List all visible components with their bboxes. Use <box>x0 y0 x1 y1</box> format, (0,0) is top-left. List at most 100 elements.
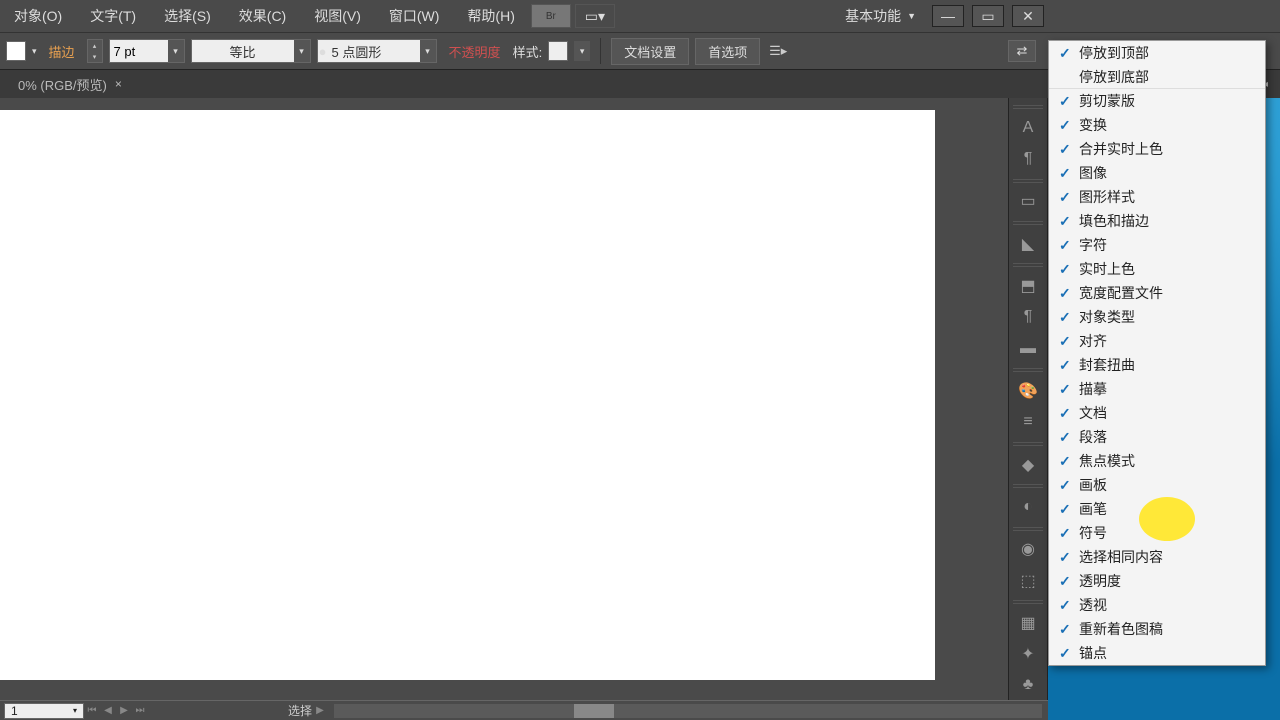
fill-swatch[interactable] <box>6 41 26 61</box>
scrollbar-thumb[interactable] <box>574 704 614 718</box>
menu-item[interactable]: ✓对象类型 <box>1049 305 1265 329</box>
prev-icon[interactable]: ◀ <box>100 705 116 716</box>
menu-item[interactable]: ✓变换 <box>1049 113 1265 137</box>
next-icon[interactable]: ▶ <box>116 705 132 716</box>
appearance-icon[interactable]: ▬ <box>1013 336 1043 361</box>
opacity-label[interactable]: 不透明度 <box>443 42 507 61</box>
chevron-down-icon[interactable]: ▾ <box>168 40 184 62</box>
menu-item[interactable]: ✓段落 <box>1049 425 1265 449</box>
color-icon[interactable]: 🎨 <box>1013 378 1043 403</box>
preferences-button[interactable]: 首选项 <box>695 38 760 65</box>
artboard[interactable] <box>0 110 935 680</box>
check-icon: ✓ <box>1059 45 1079 62</box>
style-swatch[interactable] <box>548 41 568 61</box>
menu-item[interactable]: ✓对齐 <box>1049 329 1265 353</box>
check-icon: ✓ <box>1059 213 1079 230</box>
menu-item[interactable]: ✓画板 <box>1049 473 1265 497</box>
tool-menu-icon[interactable]: ▶ <box>312 705 328 716</box>
menu-item[interactable]: ✓填色和描边 <box>1049 209 1265 233</box>
menu-item-label: 段落 <box>1079 427 1107 447</box>
menu-item[interactable]: ✓停放到顶部 <box>1049 41 1265 65</box>
menu-item-label: 停放到顶部 <box>1079 43 1149 63</box>
document-setup-button[interactable]: 文档设置 <box>611 38 689 65</box>
menu-item-label: 封套扭曲 <box>1079 355 1135 375</box>
menu-item[interactable]: ✓文档 <box>1049 401 1265 425</box>
menu-window[interactable]: 窗口(W) <box>375 6 454 26</box>
transparency-icon[interactable]: ◉ <box>1013 537 1043 562</box>
chevron-down-icon[interactable]: ▾ <box>32 46 37 57</box>
close-icon[interactable]: × <box>115 77 122 91</box>
character-panel-icon[interactable]: A <box>1013 115 1043 140</box>
artboard-nav-combo[interactable]: 1 ▾ <box>4 703 84 719</box>
style-label: 样式: <box>513 42 543 61</box>
first-icon[interactable]: ⏮ <box>84 705 100 716</box>
check-icon: ✓ <box>1059 165 1079 182</box>
menu-item[interactable]: ✓宽度配置文件 <box>1049 281 1265 305</box>
paragraph-panel-icon[interactable]: ¶ <box>1013 146 1043 171</box>
menu-item[interactable]: ✓实时上色 <box>1049 257 1265 281</box>
gradient-icon[interactable]: ◐ <box>1013 494 1043 519</box>
menu-item[interactable]: ✓符号 <box>1049 521 1265 545</box>
menu-item[interactable]: ✓透视 <box>1049 593 1265 617</box>
menu-item[interactable]: ✓图像 <box>1049 161 1265 185</box>
menu-object[interactable]: 对象(O) <box>0 6 76 26</box>
stroke-panel-icon[interactable]: ≡ <box>1013 410 1043 435</box>
menu-text[interactable]: 文字(T) <box>76 6 150 26</box>
current-tool-label: 选择 <box>288 702 312 719</box>
arrange-icon[interactable]: ▭▾ <box>575 4 615 28</box>
menu-item[interactable]: ✓锚点 <box>1049 641 1265 665</box>
menu-item[interactable]: ✓字符 <box>1049 233 1265 257</box>
pathfinder-icon[interactable]: ▭ <box>1013 189 1043 214</box>
bridge-icon[interactable]: Br <box>531 4 571 28</box>
maximize-button[interactable]: ▭ <box>972 5 1004 27</box>
menu-item[interactable]: ✓重新着色图稿 <box>1049 617 1265 641</box>
menu-item-label: 宽度配置文件 <box>1079 283 1163 303</box>
swatches-icon[interactable]: ▦ <box>1013 610 1043 635</box>
menu-item-label: 对象类型 <box>1079 307 1135 327</box>
menu-item[interactable]: 停放到底部 <box>1049 65 1265 89</box>
menu-help[interactable]: 帮助(H) <box>453 6 528 26</box>
brushes-icon[interactable]: ✦ <box>1013 642 1043 667</box>
menu-item[interactable]: ✓封套扭曲 <box>1049 353 1265 377</box>
menu-select[interactable]: 选择(S) <box>150 6 225 26</box>
align-panel-icon[interactable]: ¶ <box>1013 305 1043 330</box>
check-icon: ✓ <box>1059 429 1079 446</box>
panel-menu-button[interactable]: ⇄ <box>1008 40 1036 62</box>
menu-item-label: 填色和描边 <box>1079 211 1149 231</box>
menu-item-label: 图像 <box>1079 163 1107 183</box>
check-icon: ✓ <box>1059 285 1079 302</box>
scale-combo[interactable]: 等比 ▾ <box>191 39 311 63</box>
artboard-panel-icon[interactable]: ⬚ <box>1013 568 1043 593</box>
transform-icon[interactable]: ⬒ <box>1013 273 1043 298</box>
menu-item[interactable]: ✓剪切蒙版 <box>1049 89 1265 113</box>
layers-icon[interactable]: ◆ <box>1013 452 1043 477</box>
chevron-down-icon[interactable]: ▾ <box>420 40 436 62</box>
menu-item[interactable]: ✓描摹 <box>1049 377 1265 401</box>
brush-combo[interactable]: ● 5 点圆形 ▾ <box>317 39 437 63</box>
menu-item[interactable]: ✓画笔 <box>1049 497 1265 521</box>
menu-view[interactable]: 视图(V) <box>300 6 375 26</box>
menu-item[interactable]: ✓合并实时上色 <box>1049 137 1265 161</box>
chevron-down-icon[interactable]: ▾ <box>294 40 310 62</box>
menu-item-label: 实时上色 <box>1079 259 1135 279</box>
align-icon[interactable]: ☰▸ <box>766 41 790 61</box>
document-tab[interactable]: 0% (RGB/预览) × <box>8 75 132 94</box>
stroke-weight-combo[interactable]: ▾ <box>109 39 185 63</box>
close-button[interactable]: ✕ <box>1012 5 1044 27</box>
stroke-spinner[interactable]: ▴▾ <box>87 39 103 63</box>
menu-item[interactable]: ✓图形样式 <box>1049 185 1265 209</box>
menu-item-label: 焦点模式 <box>1079 451 1135 471</box>
menu-effect[interactable]: 效果(C) <box>225 6 300 26</box>
last-icon[interactable]: ⏭ <box>132 705 148 716</box>
stroke-weight-input[interactable] <box>110 44 168 59</box>
symbols-icon[interactable]: ♣ <box>1013 673 1043 698</box>
shape-icon[interactable]: ◣ <box>1013 231 1043 256</box>
menu-item[interactable]: ✓选择相同内容 <box>1049 545 1265 569</box>
workspace-switcher[interactable]: 基本功能 ▼ <box>833 6 928 26</box>
chevron-down-icon[interactable]: ▾ <box>574 41 590 61</box>
check-icon: ✓ <box>1059 93 1079 110</box>
menu-item[interactable]: ✓透明度 <box>1049 569 1265 593</box>
horizontal-scrollbar[interactable] <box>334 704 1042 718</box>
menu-item[interactable]: ✓焦点模式 <box>1049 449 1265 473</box>
minimize-button[interactable]: — <box>932 5 964 27</box>
